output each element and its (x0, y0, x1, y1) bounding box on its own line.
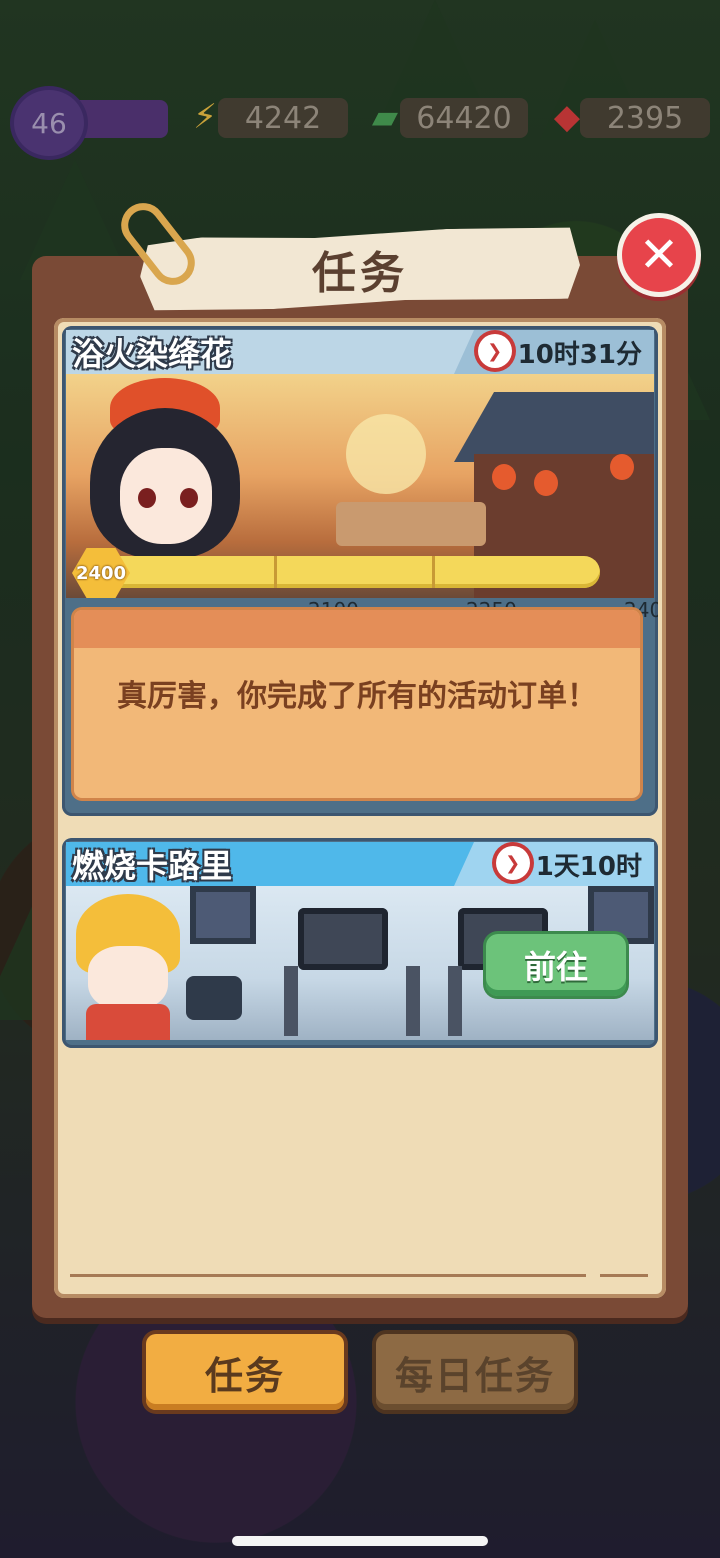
level-badge[interactable]: 46 (14, 90, 84, 156)
quest-time-left: 10时31分 (517, 339, 642, 370)
level-value: 46 (31, 106, 67, 140)
quest-timer: ❯ 1天10时 (492, 846, 648, 882)
completion-message: 真厉害，你完成了所有的活动订单！ (117, 679, 597, 714)
clock-icon: ❯ (477, 334, 512, 368)
progress-badge-value: 2400 (75, 562, 127, 584)
energy-value: 4242 (244, 100, 322, 136)
modal-title: 任务 (312, 248, 408, 299)
home-indicator[interactable] (232, 1536, 488, 1546)
gem-value: 2395 (606, 100, 684, 136)
quest-progress: 2400 2100 2250 2400 (72, 548, 658, 622)
close-button[interactable]: ✕ (622, 218, 696, 292)
energy-counter[interactable]: 4242 (218, 98, 348, 138)
quest-timer: ❯ 10时31分 (474, 334, 648, 370)
divider (70, 1274, 586, 1277)
gem-icon: ◆ (553, 97, 581, 137)
quest-time-left: 1天10时 (535, 851, 642, 882)
quest-card-2: 燃烧卡路里 ❯ 1天10时 前往 (62, 838, 658, 1048)
go-button[interactable]: 前往 (486, 934, 626, 996)
tab-tasks[interactable]: 任务 (146, 1334, 344, 1410)
quest-card-header: 浴火染绛花 ❯ 10时31分 (66, 330, 654, 374)
task-list: 浴火染绛花 ❯ 10时31分 2400 40 真厉害，你完成了所有的活动订单！ … (54, 318, 666, 1298)
clock-icon: ❯ (495, 846, 530, 880)
dumbbell-icon (186, 976, 242, 1020)
modal-title-banner: 任务 (139, 224, 581, 313)
cash-icon: ▰ (371, 97, 399, 137)
quest-title: 浴火染绛花 (72, 335, 233, 373)
completion-panel: 真厉害，你完成了所有的活动订单！ (74, 610, 640, 798)
progress-bar (112, 556, 600, 588)
quest-title: 燃烧卡路里 (72, 847, 233, 885)
divider (600, 1274, 648, 1277)
quest-card-header: 燃烧卡路里 ❯ 1天10时 (66, 842, 654, 886)
cash-value: 64420 (416, 100, 512, 136)
task-modal: 任务 ✕ 浴火染绛花 ❯ 10时31分 2400 40 真厉害，你完成了所有的活… (32, 194, 696, 1318)
cash-counter[interactable]: 64420 (400, 98, 528, 138)
gem-counter[interactable]: 2395 (580, 98, 710, 138)
level-progress (76, 100, 168, 138)
lightning-icon: ⚡ (193, 97, 217, 137)
resource-bar: 46 4242 ⚡ 64420 ▰ 2395 ◆ (0, 90, 720, 156)
character-avatar (76, 894, 180, 1040)
close-icon: ✕ (638, 227, 680, 283)
tab-daily-tasks[interactable]: 每日任务 (376, 1334, 574, 1410)
quest-card-1: 浴火染绛花 ❯ 10时31分 2400 40 真厉害，你完成了所有的活动订单！ (62, 326, 658, 816)
